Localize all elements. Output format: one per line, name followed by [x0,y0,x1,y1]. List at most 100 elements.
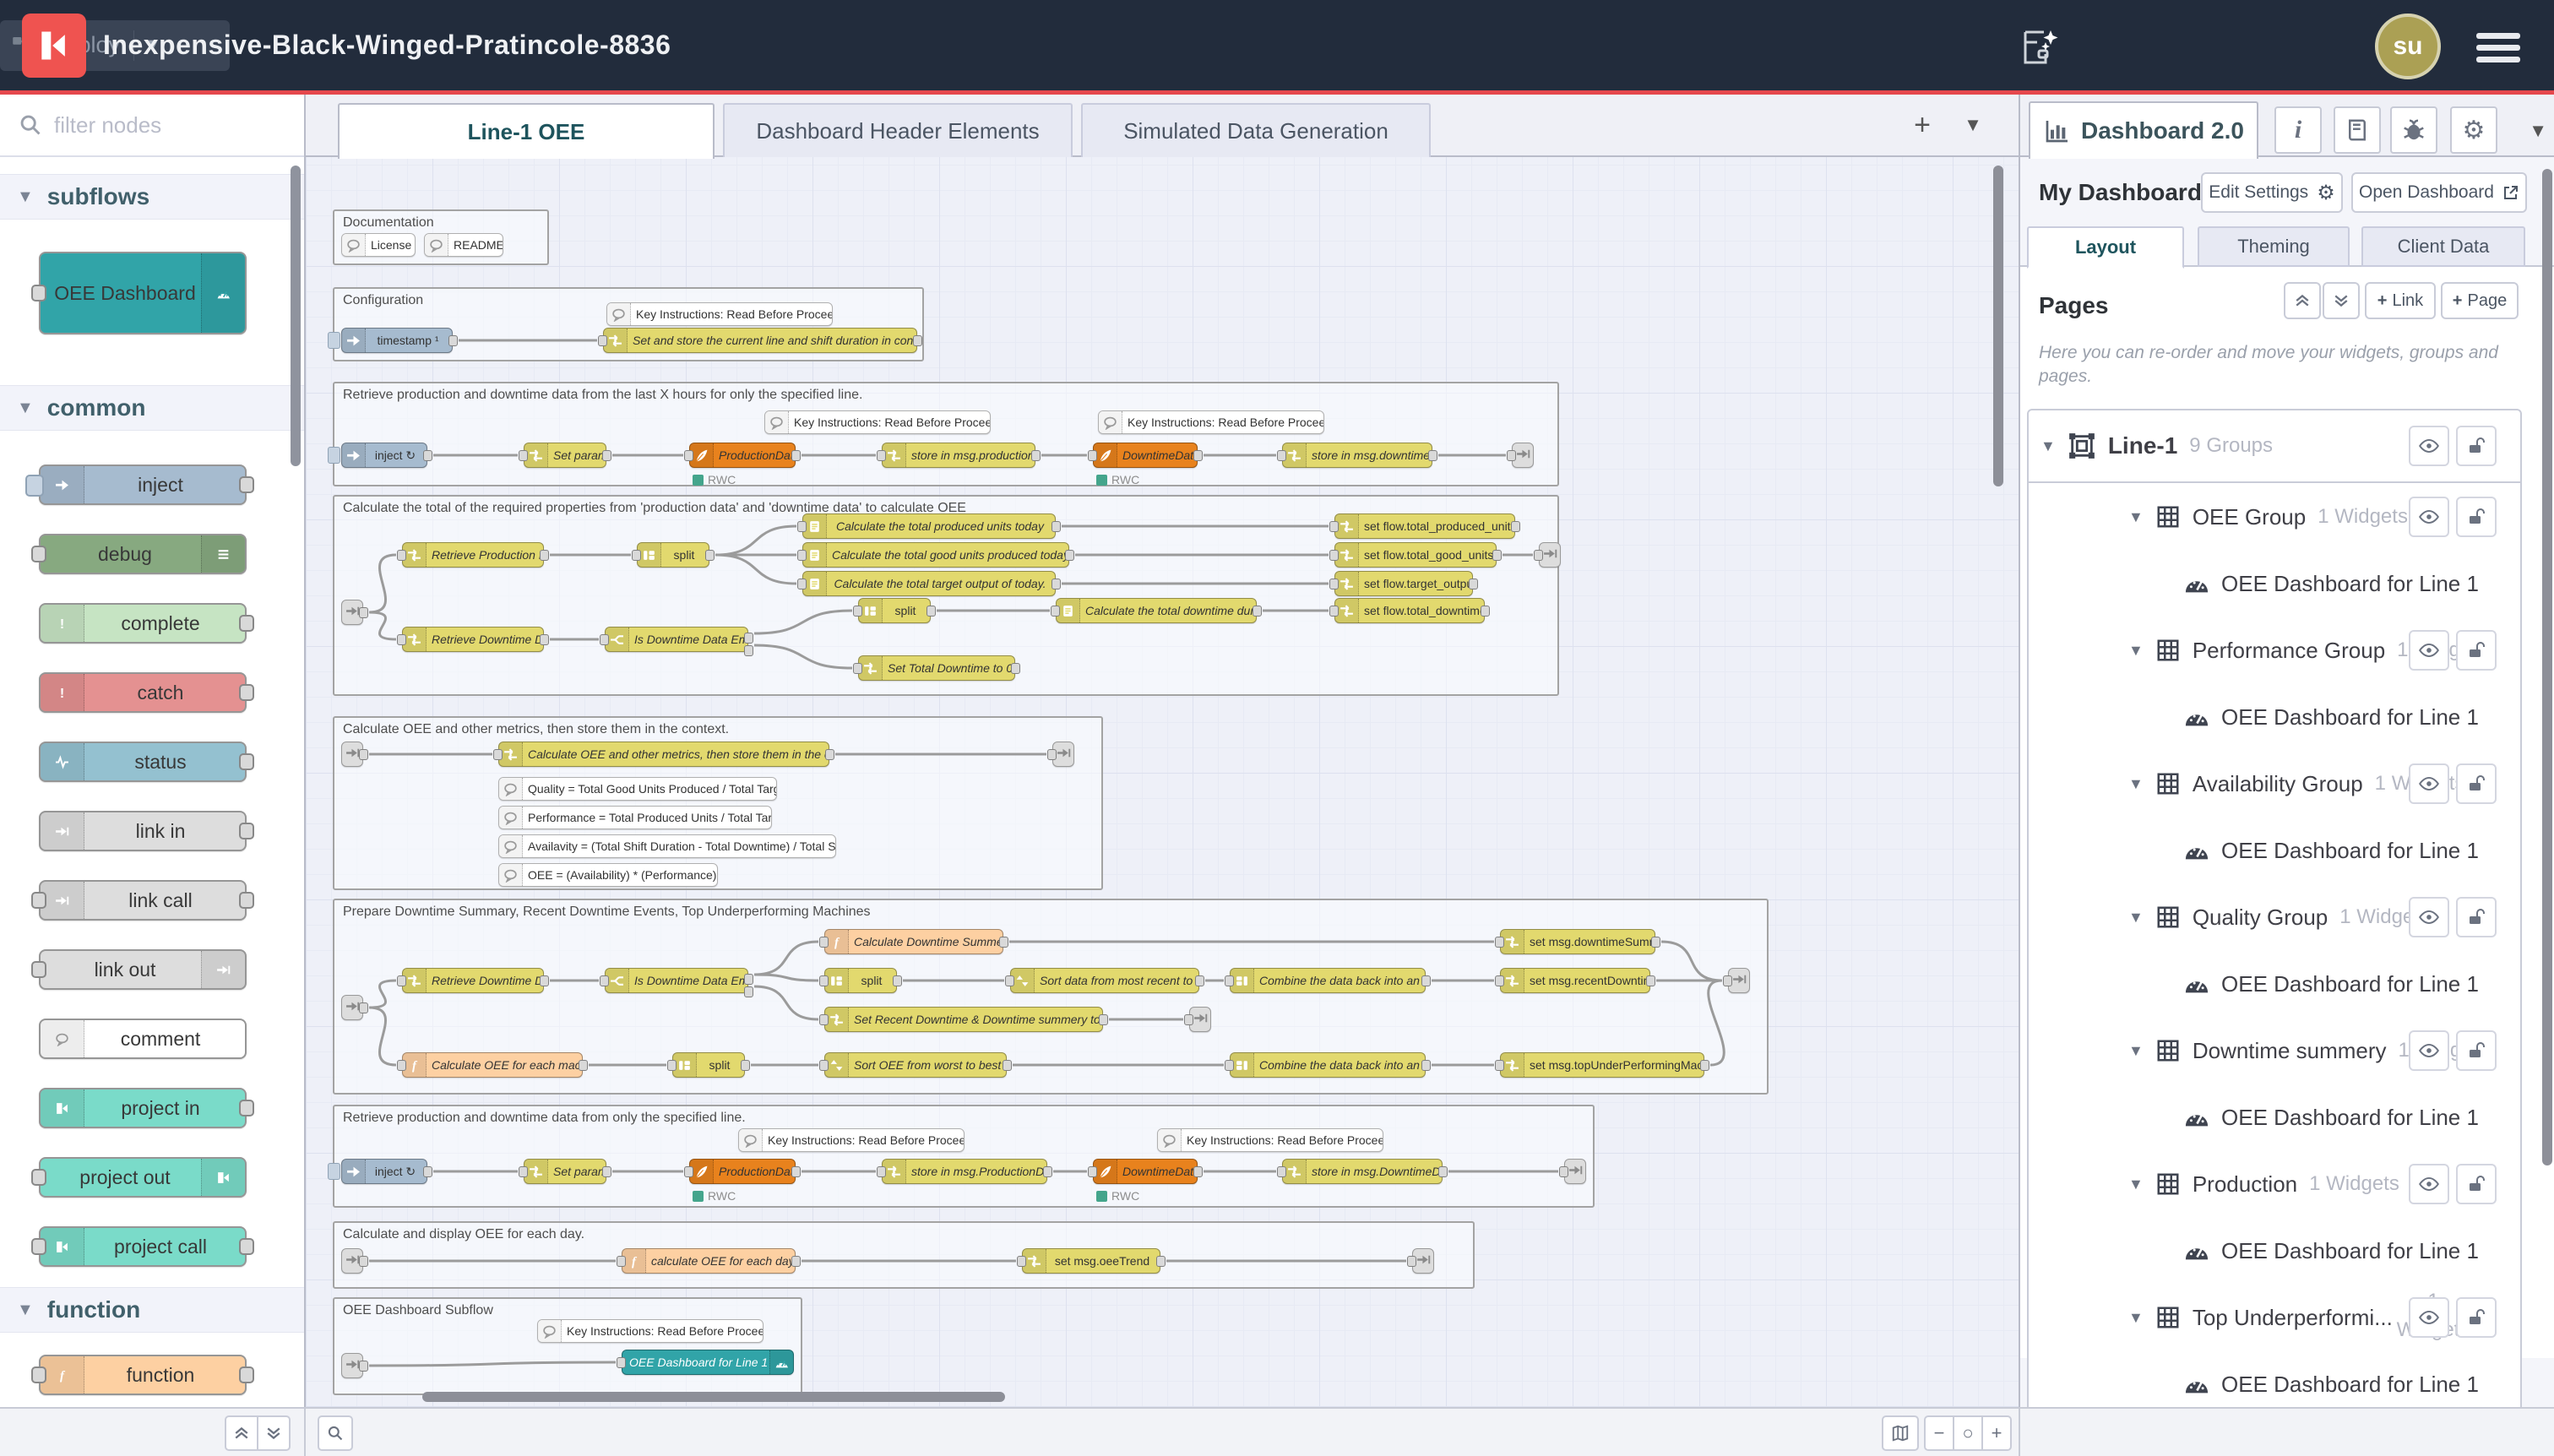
node-input-port[interactable] [877,1166,886,1177]
flow-node-linkin[interactable] [341,1353,363,1378]
node-output-port[interactable] [1051,521,1061,532]
palette-search[interactable] [0,95,304,157]
node-output-port[interactable] [1051,579,1061,589]
palette-node-comment[interactable]: comment [39,1019,247,1059]
flow-tab-Simulated-Data-Generation[interactable]: Simulated Data Generation [1081,103,1431,157]
node-output-port[interactable] [239,684,254,701]
node-output-port[interactable] [540,634,549,645]
canvas-search-button[interactable] [318,1415,353,1451]
palette-section-subflows[interactable]: ▼subflows [0,174,304,220]
chevron-down-icon[interactable]: ▼ [2128,909,2144,926]
edit-settings-button[interactable]: Edit Settings⚙ [2201,172,2343,213]
flow-node-linkout[interactable] [1539,542,1561,568]
open-dashboard-button[interactable]: Open Dashboard [2351,172,2527,213]
lock-toggle-button[interactable] [2456,426,2497,466]
flow-tab-Dashboard-Header-Elements[interactable]: Dashboard Header Elements [723,103,1073,157]
lock-toggle-button[interactable] [2456,630,2497,671]
flow-node-change-Retrieve-Downtime-Data[interactable]: Retrieve Downtime Data [402,968,544,993]
palette-collapse-all-button[interactable] [225,1415,258,1451]
node-output-port[interactable] [239,615,254,632]
node-output-port[interactable] [744,645,753,656]
node-input-port[interactable] [684,1166,693,1177]
node-input-port[interactable] [819,1060,829,1071]
node-output-port[interactable] [893,975,902,986]
flow-node-function-Calculate-OEE-for-each-machine[interactable]: fCalculate OEE for each machine [402,1052,583,1078]
node-output-port[interactable] [359,607,368,618]
node-input-port[interactable] [1329,579,1339,589]
node-output-port[interactable] [1492,550,1502,561]
sidebar-scrollbar[interactable] [2542,169,2552,1165]
palette-node-OEE-Dashboard[interactable]: OEE Dashboard [39,252,247,334]
lock-toggle-button[interactable] [2456,497,2497,537]
node-input-port[interactable] [31,892,46,909]
palette-filter-input[interactable] [54,112,257,139]
zoom-reset-button[interactable]: ○ [1953,1415,1983,1451]
flow-node-linkout[interactable] [1728,968,1750,993]
palette-node-function[interactable]: ffunction [39,1355,247,1395]
node-input-port[interactable] [853,606,862,617]
palette-expand-all-button[interactable] [257,1415,291,1451]
lock-toggle-button[interactable] [2456,1297,2497,1338]
node-input-port[interactable] [519,1166,528,1177]
visibility-toggle-button[interactable] [2409,630,2449,671]
node-output-port[interactable] [1469,579,1478,589]
node-input-port[interactable] [1534,550,1543,561]
palette-node-link-call[interactable]: link call [39,880,247,921]
node-output-port[interactable] [239,823,254,839]
flow-node-comment-Key-Instructions-Read-Before-Proceeding[interactable]: Key Instructions: Read Before Proceeding [764,410,991,434]
visibility-toggle-button[interactable] [2409,897,2449,937]
flow-node-change-set-flow-total_produced_units[interactable]: set flow.total_produced_units [1334,513,1515,539]
inject-button[interactable] [328,332,340,349]
flow-node-template-Calculate-the-total-target-output-of-tod[interactable]: Calculate the total target output of tod… [802,571,1056,596]
node-output-port[interactable] [359,1002,368,1013]
flow-node-comment-OEE-Availability-Performance-Quality-[interactable]: OEE = (Availability) * (Performance) * (… [498,863,718,887]
flow-node-linkin[interactable] [341,1248,363,1274]
flow-node-join-Combine-the-data-back-into-an-array-[interactable]: Combine the data back into an array. [1230,1052,1426,1078]
node-output-port[interactable] [1481,606,1490,617]
chevron-down-icon[interactable]: ▼ [2128,775,2144,793]
node-input-port[interactable] [1184,1014,1193,1025]
flow-node-comment-Key-Instructions-Read-Before-Proceeding[interactable]: Key Instructions: Read Before Proceeding [537,1319,763,1343]
add-page-button[interactable]: +Page [2441,282,2519,319]
lock-toggle-button[interactable] [2456,897,2497,937]
flow-node-split-split[interactable]: split [824,968,897,993]
node-input-port[interactable] [1407,1256,1416,1267]
node-output-port[interactable] [239,1238,254,1255]
node-input-port[interactable] [519,450,528,461]
node-output-port[interactable] [359,1361,368,1372]
inject-button[interactable] [328,447,340,464]
palette-node-project-in[interactable]: project in [39,1088,247,1128]
flow-node-linkin[interactable] [341,600,363,625]
node-input-port[interactable] [667,1060,677,1071]
node-output-port[interactable] [1003,1060,1012,1071]
config-tab-button[interactable]: ⚙ [2450,106,2497,154]
navigator-button[interactable] [1882,1415,1919,1451]
node-input-port[interactable] [1559,1166,1568,1177]
node-input-port[interactable] [31,546,46,562]
node-input-port[interactable] [1329,521,1339,532]
flow-node-change-set-flow-target_output[interactable]: set flow.target_output [1334,571,1473,596]
tree-row-group-Quality-Group[interactable]: ▼Quality Group1 Widgets [2029,883,2520,951]
node-input-port[interactable] [1277,1166,1286,1177]
node-input-port[interactable] [598,335,607,346]
node-output-port[interactable] [1031,450,1041,461]
node-output-port[interactable] [791,450,801,461]
flow-node-split-split[interactable]: split [672,1052,745,1078]
flow-node-change-store-in-msg-production_data[interactable]: store in msg.production_data [882,443,1035,468]
inject-button[interactable] [25,475,44,497]
flow-node-switch-Is-Downtime-Data-Empty-[interactable]: Is Downtime Data Empty? [605,627,748,652]
node-output-port[interactable] [1193,450,1203,461]
node-output-port[interactable] [602,1166,611,1177]
flow-node-template-Calculate-the-total-produced-units-today[interactable]: Calculate the total produced units today [802,513,1056,539]
node-input-port[interactable] [1329,606,1339,617]
canvas-vscrollbar[interactable] [1993,166,2003,486]
node-output-port[interactable] [1438,1166,1448,1177]
node-input-port[interactable] [31,961,46,978]
visibility-toggle-button[interactable] [2409,763,2449,804]
visibility-toggle-button[interactable] [2409,1297,2449,1338]
flow-node-comment-Quality-Total-Good-Units-Produced-Total-[interactable]: Quality = Total Good Units Produced / To… [498,777,777,801]
tree-row-widget-OEE-Dashboard-for-Line-1[interactable]: OEE Dashboard for Line 1 [2029,1084,2520,1151]
expand-all-button[interactable] [2323,282,2360,319]
node-input-port[interactable] [797,521,807,532]
node-input-port[interactable] [819,1014,829,1025]
